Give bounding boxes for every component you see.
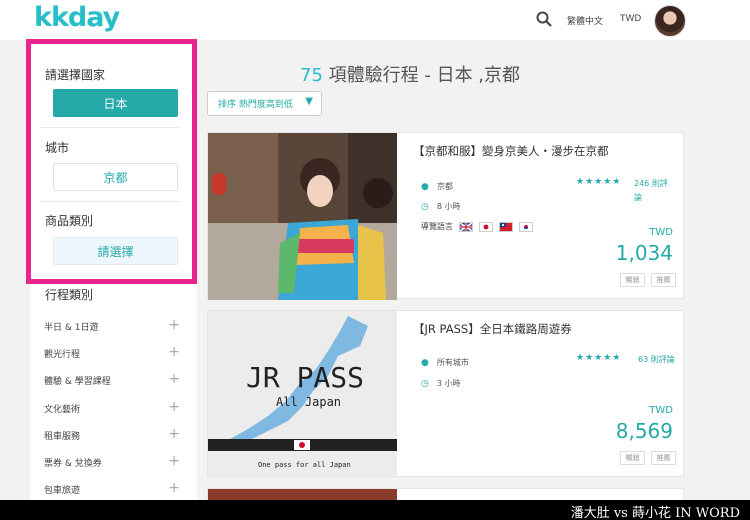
recommended-tag: 推薦 — [651, 273, 676, 287]
results-count: 75 — [300, 65, 323, 86]
watermark-bar: 潘大肚 vs 蒔小花 IN WORD — [0, 500, 750, 520]
results-title-text: 項體驗行程 - 日本 ,京都 — [328, 65, 521, 86]
card-title[interactable]: 【JR PASS】全日本鐵路周遊券 — [413, 321, 572, 337]
product-category-label: 商品類別 — [45, 214, 94, 228]
plus-icon[interactable]: + — [168, 399, 180, 415]
price-value: 1,034 — [615, 241, 673, 265]
duration-row: ◷ 3 小時 — [421, 379, 461, 389]
bestseller-tag: 暢銷 — [620, 273, 645, 287]
review-count[interactable]: 63 則評論 — [638, 353, 678, 367]
jr-pass-image-caption: One pass for all Japan — [258, 461, 351, 469]
duration-row: ◷ 8 小時 — [421, 202, 461, 212]
rating-stars: ★★★★★ — [576, 353, 622, 363]
results-title: 75 項體驗行程 - 日本 ,京都 — [300, 61, 520, 87]
location-pin-icon: ● — [421, 182, 429, 192]
price-value: 8,569 — [615, 419, 673, 443]
guide-languages: 導覽語言 — [421, 221, 533, 232]
plus-icon[interactable]: + — [168, 453, 180, 469]
divider — [40, 127, 180, 128]
taiwan-flag-icon — [499, 221, 513, 232]
bestseller-tag: 暢銷 — [620, 451, 645, 465]
tour-category-title: 行程類別 — [45, 288, 94, 302]
sort-dropdown[interactable]: 排序 熱門度高到低 ▼ — [207, 91, 322, 116]
plus-icon[interactable]: + — [168, 480, 180, 496]
plus-icon[interactable]: + — [168, 317, 180, 333]
kimono-photo[interactable] — [208, 133, 397, 300]
plus-icon[interactable]: + — [168, 426, 180, 442]
location-pin-icon: ● — [421, 358, 429, 368]
product-category-select-button[interactable]: 請選擇 — [53, 237, 178, 265]
city-label: 城市 — [45, 141, 70, 155]
plus-icon[interactable]: + — [168, 344, 180, 360]
sort-label: 排序 熱門度高到低 — [218, 100, 293, 110]
category-item[interactable]: 觀光行程 + — [44, 344, 184, 367]
guide-language-label: 導覽語言 — [421, 222, 453, 231]
jr-pass-image-title: JR PASS — [246, 361, 365, 394]
category-item[interactable]: 體驗 & 學習課程 + — [44, 371, 184, 394]
price-currency: TWD — [649, 227, 673, 238]
language-selector[interactable]: 繁體中文 — [567, 14, 603, 27]
category-item[interactable]: 文化藝術 + — [44, 399, 184, 422]
country-select-button[interactable]: 日本 — [53, 89, 178, 117]
clock-icon: ◷ — [421, 202, 429, 212]
city-select-button[interactable]: 京都 — [53, 163, 178, 191]
search-icon[interactable] — [535, 10, 553, 28]
price-currency: TWD — [649, 405, 673, 416]
rating-stars: ★★★★★ — [576, 177, 622, 187]
user-avatar[interactable] — [654, 5, 686, 37]
jr-pass-image-subtitle: All Japan — [276, 395, 342, 409]
card-title[interactable]: 【京都和服】變身京美人・漫步在京都 — [413, 143, 609, 159]
japan-flag-icon — [479, 221, 493, 232]
review-count[interactable]: 246 則評論 — [634, 177, 674, 205]
clock-icon: ◷ — [421, 379, 429, 389]
recommended-tag: 推薦 — [651, 451, 676, 465]
chevron-down-icon: ▼ — [305, 96, 313, 107]
location-row: ● 所有城市 — [421, 358, 469, 368]
country-label: 請選擇國家 — [45, 68, 106, 82]
product-card[interactable]: JR PASS All Japan One pass for all Japan… — [207, 310, 684, 478]
category-item[interactable]: 票券 & 兌換券 + — [44, 453, 184, 476]
kkday-logo[interactable]: kkday — [34, 2, 120, 33]
korea-flag-icon — [519, 221, 533, 232]
category-item[interactable]: 半日 & 1日遊 + — [44, 317, 184, 340]
uk-flag-icon — [459, 221, 473, 232]
divider — [40, 201, 180, 202]
product-card[interactable]: 【京都和服】變身京美人・漫步在京都 ● 京都 ◷ 8 小時 ★★★★★ 246 則評… — [207, 132, 684, 300]
top-header: kkday 繁體中文 TWD — [0, 0, 750, 40]
location-row: ● 京都 — [421, 182, 453, 192]
watermark-text: 潘大肚 vs 蒔小花 IN WORD — [570, 506, 740, 520]
currency-selector[interactable]: TWD — [620, 14, 641, 24]
plus-icon[interactable]: + — [168, 371, 180, 387]
jr-pass-image[interactable]: JR PASS All Japan One pass for all Japan — [208, 311, 397, 478]
category-item[interactable]: 租車服務 + — [44, 426, 184, 449]
